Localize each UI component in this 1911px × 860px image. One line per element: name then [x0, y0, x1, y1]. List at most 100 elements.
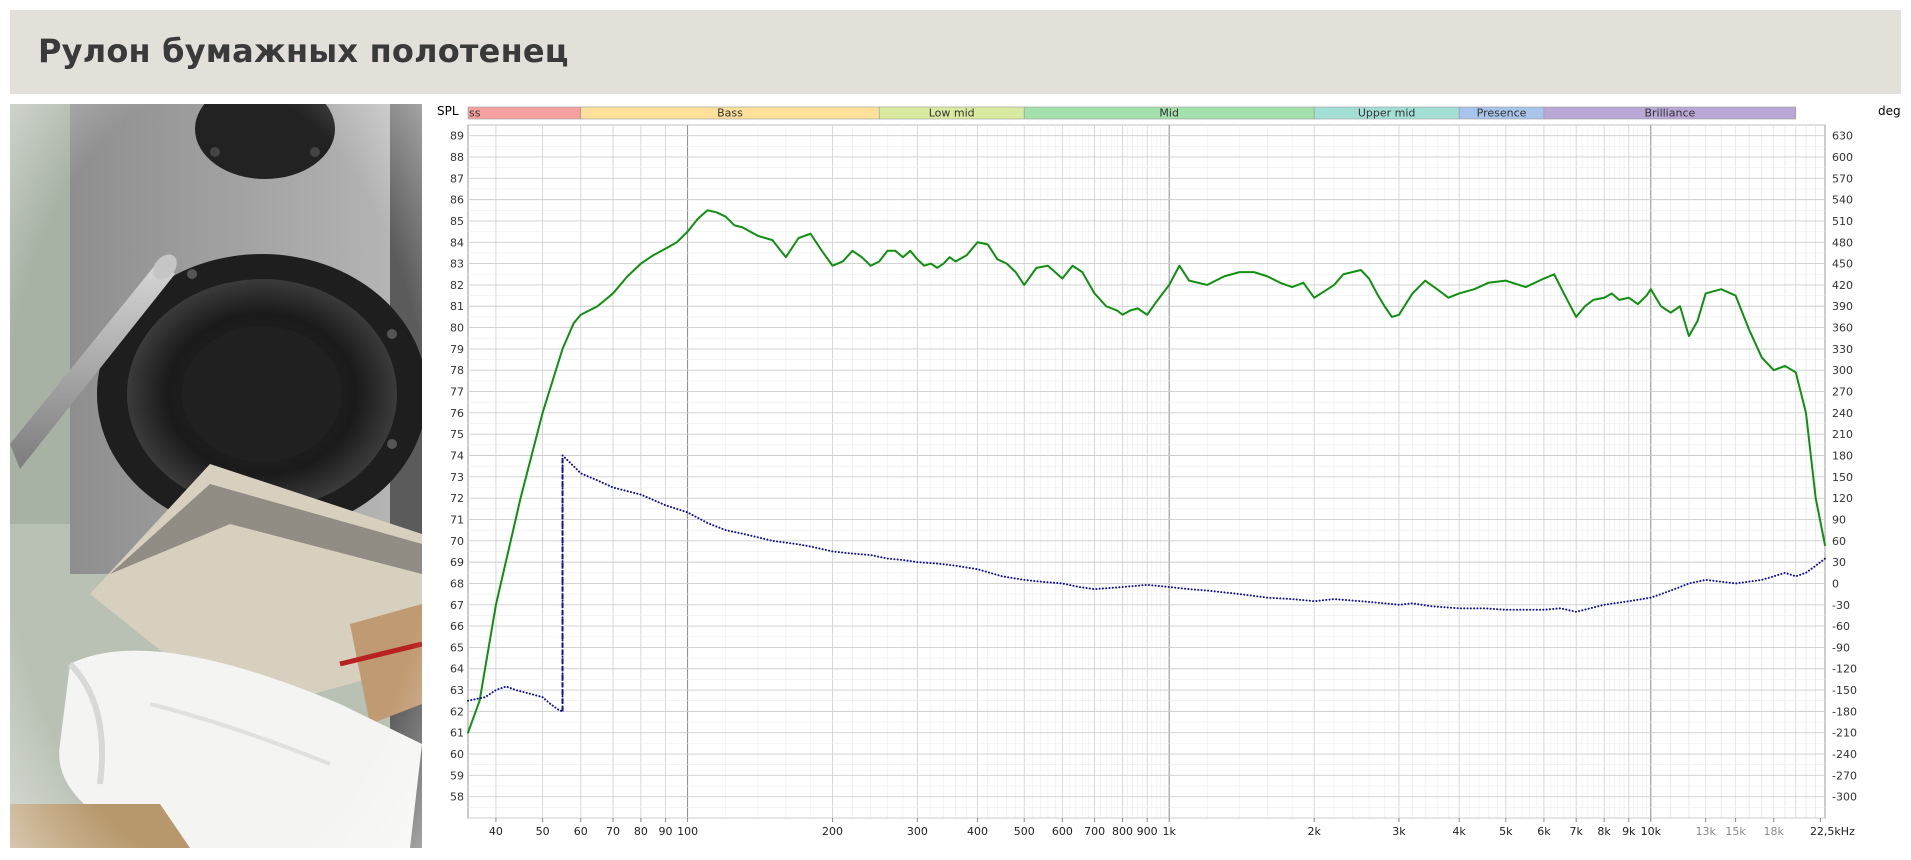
y-left-tick-label: 74 — [450, 450, 464, 463]
x-tick-label: 800 — [1112, 825, 1133, 838]
x-tick-label: 15k — [1725, 825, 1746, 838]
y-right-tick-label: -150 — [1832, 684, 1857, 697]
x-tick-label: 70 — [606, 825, 620, 838]
y-right-tick-label: 360 — [1832, 322, 1853, 335]
frequency-response-chart: ss Bass Low mid Mid Upper mid Presence Brillia… — [432, 100, 1902, 852]
y-right-tick-label: 510 — [1832, 215, 1853, 228]
band-segment — [467, 106, 582, 120]
band-label: ss — [469, 107, 481, 120]
x-tick-label: 2k — [1307, 825, 1321, 838]
left-axis-label: SPL — [437, 104, 459, 118]
x-tick-label: 700 — [1084, 825, 1105, 838]
x-tick-label: 500 — [1014, 825, 1035, 838]
y-right-tick-label: 300 — [1832, 364, 1853, 377]
y-left-tick-label: 87 — [450, 172, 464, 185]
y-left-tick-label: 72 — [450, 492, 464, 505]
y-right-tick-label: 210 — [1832, 428, 1853, 441]
y-right-tick-label: -60 — [1832, 620, 1850, 633]
band-label: Presence — [1477, 107, 1527, 120]
x-tick-label: 600 — [1052, 825, 1073, 838]
page-header: Рулон бумажных полотенец — [10, 10, 1901, 94]
y-right-tick-label: 420 — [1832, 279, 1853, 292]
band-label: Brilliance — [1644, 107, 1695, 120]
y-right-tick-label: 480 — [1832, 236, 1853, 249]
y-left-tick-label: 79 — [450, 343, 464, 356]
y-right-tick-label: 630 — [1832, 130, 1853, 143]
y-left-tick-label: 65 — [450, 641, 464, 654]
y-left-tick-label: 80 — [450, 322, 464, 335]
x-tick-label: 100 — [677, 825, 698, 838]
left-y-axis: 58 59 60 61 62 63 64 65 66 67 68 69 70 71 72 73 74 75 76 77… — [450, 130, 464, 804]
x-tick-label: 10k — [1641, 825, 1662, 838]
y-left-tick-label: 60 — [450, 748, 464, 761]
x-tick-label: 60 — [574, 825, 588, 838]
y-right-tick-label: -90 — [1832, 641, 1850, 654]
x-tick-label: 40 — [489, 825, 503, 838]
x-tick-label: 1k — [1162, 825, 1176, 838]
y-left-tick-label: 75 — [450, 428, 464, 441]
y-right-tick-label: 270 — [1832, 386, 1853, 399]
y-left-tick-label: 70 — [450, 535, 464, 548]
page-title: Рулон бумажных полотенец — [38, 32, 569, 70]
band-label: Bass — [717, 107, 743, 120]
y-left-tick-label: 61 — [450, 727, 464, 740]
y-left-tick-label: 84 — [450, 236, 464, 249]
y-left-tick-label: 64 — [450, 663, 464, 676]
y-right-tick-label: 30 — [1832, 556, 1846, 569]
x-tick-label: 7k — [1570, 825, 1584, 838]
x-tick-label: 9k — [1622, 825, 1636, 838]
x-tick-label: 50 — [536, 825, 550, 838]
y-right-tick-label: 570 — [1832, 172, 1853, 185]
y-left-tick-label: 85 — [450, 215, 464, 228]
y-left-tick-label: 58 — [450, 791, 464, 804]
y-right-tick-label: -180 — [1832, 705, 1857, 718]
right-axis-label: deg — [1878, 104, 1901, 118]
x-tick-label: 18k — [1764, 825, 1785, 838]
y-left-tick-label: 66 — [450, 620, 464, 633]
x-tick-label: 3k — [1392, 825, 1406, 838]
band-label: Low mid — [929, 107, 975, 120]
frequency-response-plot: ss Bass Low mid Mid Upper mid Presence Brillia… — [437, 104, 1901, 838]
x-tick-label: 6k — [1537, 825, 1551, 838]
y-right-tick-label: -300 — [1832, 791, 1857, 804]
x-tick-label: 300 — [907, 825, 928, 838]
y-right-tick-label: -120 — [1832, 663, 1857, 676]
plot-area — [467, 124, 1826, 819]
x-tick-label: 90 — [659, 825, 673, 838]
x-tick-label: 200 — [822, 825, 843, 838]
y-right-tick-label: -210 — [1832, 727, 1857, 740]
y-left-tick-label: 82 — [450, 279, 464, 292]
band-label: Mid — [1159, 107, 1179, 120]
y-right-tick-label: 390 — [1832, 300, 1853, 313]
x-axis: 40 50 60 70 80 90 100 200 300 400 500 600 700 800 900 1… — [489, 818, 1855, 838]
frequency-band-bar: ss Bass Low mid Mid Upper mid Presence Brillia… — [467, 106, 1797, 120]
y-right-tick-label: 330 — [1832, 343, 1853, 356]
y-left-tick-label: 63 — [450, 684, 464, 697]
y-left-tick-label: 86 — [450, 194, 464, 207]
y-right-tick-label: -270 — [1832, 769, 1857, 782]
y-right-tick-label: 180 — [1832, 450, 1853, 463]
y-right-tick-label: 150 — [1832, 471, 1853, 484]
y-left-tick-label: 78 — [450, 364, 464, 377]
y-left-tick-label: 69 — [450, 556, 464, 569]
y-left-tick-label: 89 — [450, 130, 464, 143]
y-right-tick-label: 600 — [1832, 151, 1853, 164]
y-right-tick-label: 540 — [1832, 194, 1853, 207]
y-left-tick-label: 59 — [450, 769, 464, 782]
x-tick-label: 900 — [1137, 825, 1158, 838]
y-right-tick-label: 90 — [1832, 513, 1846, 526]
y-left-tick-label: 67 — [450, 599, 464, 612]
photo-illustration — [10, 104, 422, 848]
x-tick-label: 8k — [1597, 825, 1611, 838]
x-tick-label: 80 — [634, 825, 648, 838]
x-tick-label: 13k — [1695, 825, 1716, 838]
y-right-tick-label: 60 — [1832, 535, 1846, 548]
y-right-tick-label: -240 — [1832, 748, 1857, 761]
y-right-tick-label: 450 — [1832, 258, 1853, 271]
x-tick-label: 4k — [1452, 825, 1466, 838]
x-tick-label: 400 — [967, 825, 988, 838]
y-left-tick-label: 77 — [450, 386, 464, 399]
y-right-tick-label: -30 — [1832, 599, 1850, 612]
y-left-tick-label: 83 — [450, 258, 464, 271]
y-left-tick-label: 71 — [450, 513, 464, 526]
